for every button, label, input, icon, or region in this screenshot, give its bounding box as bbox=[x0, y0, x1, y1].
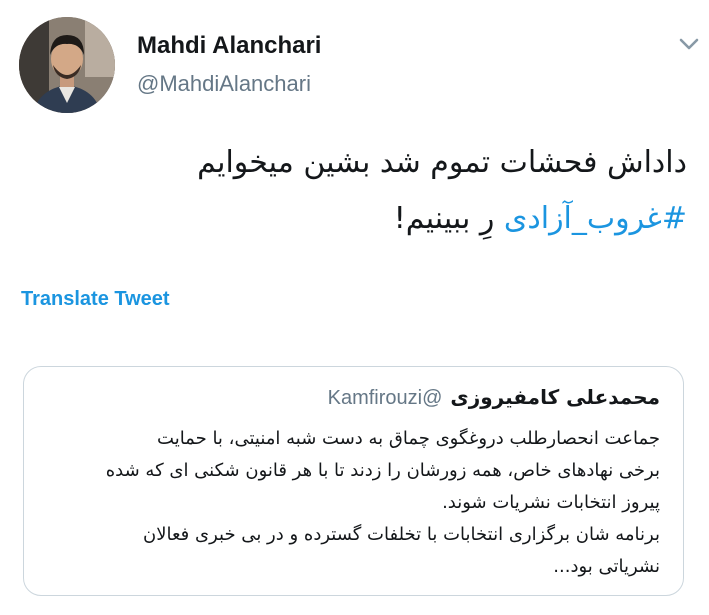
avatar-photo bbox=[19, 17, 115, 113]
tweet-text-line-1: داداش فحشات تموم شد بشین میخوایم bbox=[197, 145, 687, 180]
quoted-text-line: برنامه شان برگزاری انتخابات با تخلفات گس… bbox=[143, 524, 660, 545]
quoted-author-name: محمدعلی کامفیروزی bbox=[450, 385, 660, 409]
quoted-text-line: پیروز انتخابات نشریات شوند. bbox=[442, 492, 660, 513]
quoted-tweet-text: جماعت انحصارطلب دروغگوی چماق به دست شبه … bbox=[35, 423, 660, 583]
quoted-tweet-header: محمدعلی کامفیروزی @Kamfirouzi bbox=[328, 383, 660, 412]
author-name[interactable]: Mahdi Alanchari bbox=[137, 31, 321, 61]
author-handle[interactable]: @MahdiAlanchari bbox=[137, 70, 311, 98]
quoted-text-line: برخی نهادهای خاص، همه زورشان را زدند تا … bbox=[105, 460, 660, 481]
avatar[interactable] bbox=[19, 17, 115, 113]
quoted-tweet-card[interactable]: محمدعلی کامفیروزی @Kamfirouzi جماعت انحصا… bbox=[23, 366, 684, 596]
hashtag-link[interactable]: #غروب_آزادی bbox=[504, 201, 687, 236]
tweet-text-line-2: #غروب_آزادی رِ ببینیم! bbox=[127, 191, 687, 247]
quoted-text-line: جماعت انحصارطلب دروغگوی چماق به دست شبه … bbox=[157, 428, 660, 449]
translate-tweet-link[interactable]: Translate Tweet bbox=[21, 286, 170, 312]
tweet-text: داداش فحشات تموم شد بشین میخوایم #غروب_آ… bbox=[127, 135, 687, 247]
quoted-text-line: نشریاتی بود... bbox=[553, 556, 660, 577]
tweet-text-line-2-rest: رِ ببینیم! bbox=[393, 201, 504, 236]
chevron-down-icon[interactable] bbox=[676, 34, 702, 54]
quoted-author-handle: @Kamfirouzi bbox=[327, 387, 443, 409]
